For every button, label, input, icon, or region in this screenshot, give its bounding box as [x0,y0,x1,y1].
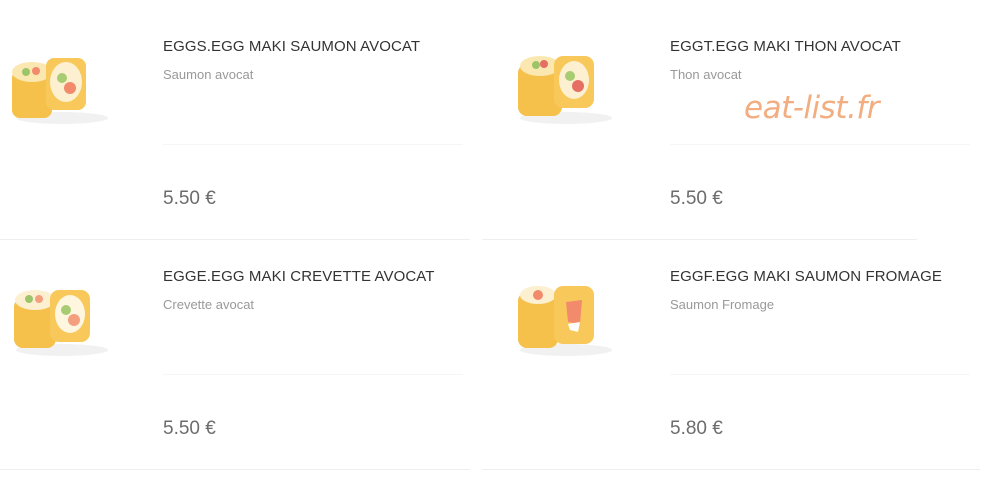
item-description: Saumon avocat [163,67,254,82]
item-price: 5.50 € [163,188,216,209]
item-title: EGGS.EGG MAKI SAUMON AVOCAT [163,38,421,55]
item-price: 5.50 € [163,418,216,439]
item-title: EGGT.EGG MAKI THON AVOCAT [670,38,901,55]
sushi-roll-image [518,286,612,356]
item-price: 5.80 € [670,418,723,439]
item-price: 5.50 € [670,188,723,209]
sushi-roll-image [14,290,108,356]
menu-item-card[interactable]: EGGS.EGG MAKI SAUMON AVOCAT Saumon avoca… [0,12,470,240]
menu-item-card[interactable]: EGGE.EGG MAKI CREVETTE AVOCAT Crevette a… [0,242,470,470]
divider [163,374,463,375]
sushi-roll-image [12,58,108,124]
divider [163,144,463,145]
menu-grid: EGGS.EGG MAKI SAUMON AVOCAT Saumon avoca… [0,0,989,491]
sushi-roll-image [518,56,612,124]
watermark-text: eat-list.fr [744,90,879,126]
item-title: EGGE.EGG MAKI CREVETTE AVOCAT [163,268,435,285]
item-description: Thon avocat [670,67,742,82]
divider [670,144,970,145]
menu-item-card[interactable]: EGGF.EGG MAKI SAUMON FROMAGE Saumon From… [482,242,980,470]
item-description: Crevette avocat [163,297,255,312]
item-title: EGGF.EGG MAKI SAUMON FROMAGE [670,268,942,285]
divider [670,374,970,375]
item-description: Saumon Fromage [670,297,775,312]
menu-item-card[interactable]: EGGT.EGG MAKI THON AVOCAT Thon avocat 5.… [482,12,970,240]
